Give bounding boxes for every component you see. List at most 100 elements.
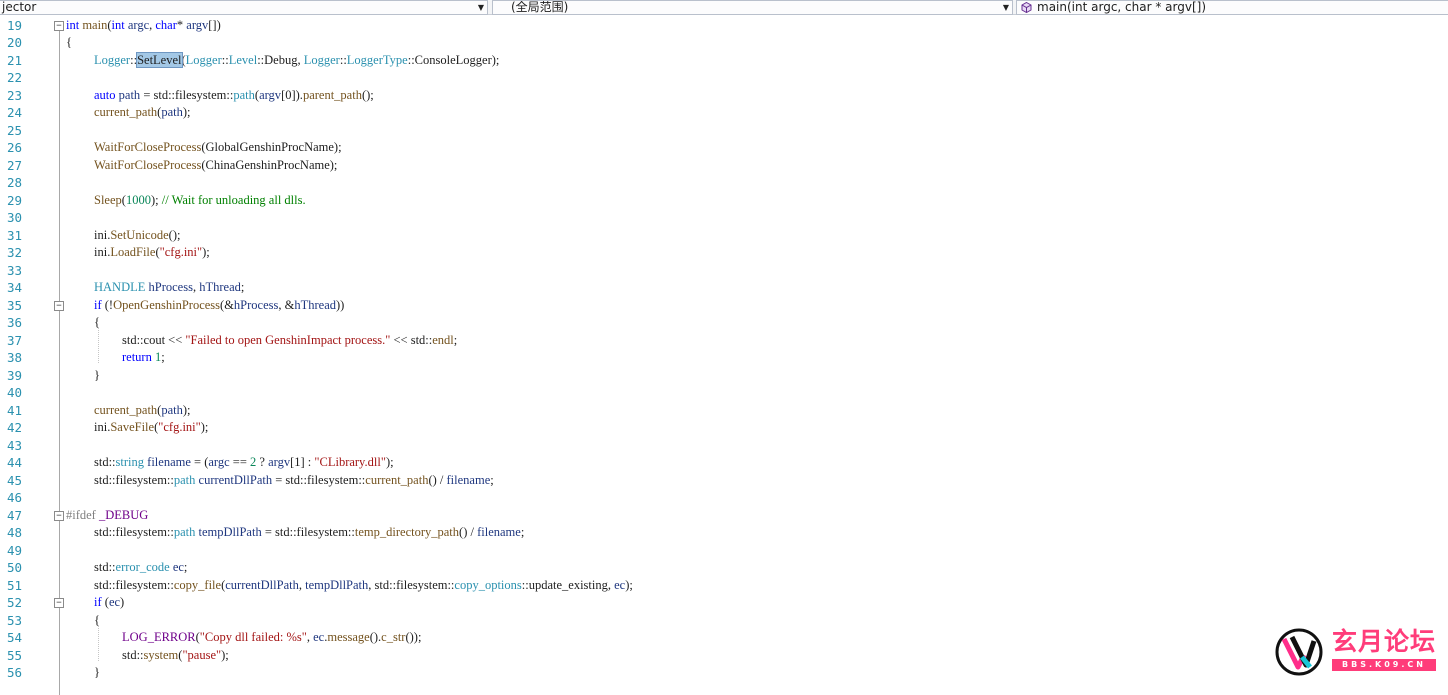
- code-token: currentDllPath: [225, 577, 299, 592]
- code-text: std::system("pause");: [122, 647, 229, 665]
- code-line[interactable]: 47 − #ifdef _DEBUG: [0, 507, 1448, 525]
- code-text: Sleep(1000); // Wait for unloading all d…: [94, 192, 306, 210]
- code-line[interactable]: 22: [0, 69, 1448, 87]
- code-line[interactable]: 30: [0, 209, 1448, 227]
- code-token: ::: [339, 52, 347, 67]
- code-token: Sleep: [94, 192, 122, 207]
- code-token: hProcess: [233, 297, 279, 312]
- code-line[interactable]: 41 current_path(path);: [0, 402, 1448, 420]
- line-number: 47: [6, 507, 22, 523]
- code-line[interactable]: 40: [0, 384, 1448, 402]
- code-token: filename: [477, 525, 521, 539]
- code-line[interactable]: 46: [0, 489, 1448, 507]
- code-line[interactable]: 38 return 1;: [0, 349, 1448, 367]
- code-token: filename: [147, 455, 191, 469]
- code-token: ;: [183, 560, 188, 574]
- code-line[interactable]: 54 LOG_ERROR("Copy dll failed: %s", ec.me…: [0, 629, 1448, 647]
- code-token: , std::filesystem::: [368, 577, 455, 592]
- chevron-down-icon[interactable]: ▼: [478, 1, 484, 14]
- code-editor[interactable]: 19− int main(int argc, char* argv[]) 20{21…: [0, 15, 1448, 695]
- code-token: parent_path: [302, 87, 362, 102]
- fold-collapse-icon[interactable]: −: [54, 510, 64, 521]
- code-token: std::filesystem::: [94, 577, 174, 592]
- code-text: WaitForCloseProcess(GlobalGenshinProcNam…: [94, 139, 342, 157]
- code-line[interactable]: 29 Sleep(1000); // Wait for unloading all…: [0, 192, 1448, 210]
- code-line[interactable]: 20 {: [0, 34, 1448, 52]
- line-number: 38: [6, 350, 22, 365]
- code-token: "Copy dll failed: %s": [199, 630, 307, 644]
- code-text: int main(int argc, char* argv[]): [66, 17, 221, 35]
- code-line[interactable]: 44 std::string filename = (argc == 2 ? ar…: [0, 454, 1448, 472]
- code-line[interactable]: 35 − if (!OpenGenshinProcess(&hProcess, &h…: [0, 297, 1448, 315]
- code-token: error_code: [115, 560, 170, 574]
- code-line[interactable]: 33: [0, 262, 1448, 280]
- code-token: [0]).: [281, 87, 303, 102]
- code-token: if: [94, 595, 102, 609]
- line-number: 32: [6, 245, 22, 260]
- code-line[interactable]: 23 auto path = std::filesystem::path(argv…: [0, 87, 1448, 105]
- project-dropdown[interactable]: jector ▼: [0, 0, 488, 15]
- code-line[interactable]: 26 WaitForCloseProcess(GlobalGenshinProcN…: [0, 139, 1448, 157]
- code-token: argv: [268, 455, 291, 469]
- code-token: ());: [405, 630, 422, 644]
- code-token: tempDllPath: [198, 525, 262, 539]
- code-line[interactable]: 27 WaitForCloseProcess(ChinaGenshinProcNa…: [0, 157, 1448, 175]
- line-number: 52: [6, 595, 22, 610]
- code-token: ==: [229, 455, 251, 469]
- code-token: [1] :: [290, 455, 315, 469]
- code-line[interactable]: 56}: [0, 664, 1448, 682]
- line-number: 42: [6, 420, 22, 435]
- code-token: int: [111, 17, 125, 32]
- scope-dropdown[interactable]: (全局范围) ▼: [492, 0, 1013, 15]
- code-line[interactable]: 19 − int main(int argc, char* argv[]): [0, 17, 1448, 35]
- code-token: , &: [278, 297, 295, 312]
- code-line[interactable]: 28: [0, 174, 1448, 192]
- code-line[interactable]: 43: [0, 437, 1448, 455]
- code-token: temp_directory_path: [354, 525, 460, 539]
- code-token: *: [176, 17, 187, 32]
- code-line[interactable]: 25: [0, 122, 1448, 140]
- code-line[interactable]: 51 std::filesystem::copy_file(currentDllP…: [0, 577, 1448, 595]
- code-line[interactable]: 36 {: [0, 314, 1448, 332]
- code-token: copy_file: [173, 577, 222, 592]
- member-dropdown-label: main(int argc, char * argv[]): [1037, 0, 1207, 14]
- code-line[interactable]: 42 ini.SaveFile("cfg.ini");: [0, 419, 1448, 437]
- code-token: argc: [127, 17, 150, 32]
- line-number: 29: [6, 192, 22, 208]
- code-line[interactable]: 31 ini.SetUnicode();: [0, 227, 1448, 245]
- code-token: copy_options: [454, 577, 522, 592]
- code-line[interactable]: 34 HANDLE hProcess, hThread;: [0, 279, 1448, 297]
- line-number: 24: [6, 105, 22, 120]
- chevron-down-icon[interactable]: ▼: [1003, 1, 1009, 14]
- code-line[interactable]: 37 std::cout << "Failed to open GenshinIm…: [0, 332, 1448, 350]
- code-token: "cfg.ini": [158, 420, 201, 434]
- line-number: 34: [6, 280, 22, 295]
- member-dropdown[interactable]: main(int argc, char * argv[]): [1016, 0, 1448, 15]
- code-token: (: [101, 595, 109, 609]
- code-line[interactable]: 21 Logger::SetLevel(Logger::Level::Debug,…: [0, 51, 1448, 70]
- fold-collapse-icon[interactable]: −: [54, 20, 64, 31]
- code-token: ini.: [94, 227, 111, 242]
- code-token: ec: [108, 595, 121, 609]
- code-text: ini.LoadFile("cfg.ini");: [94, 244, 210, 262]
- code-token: std::: [122, 647, 144, 662]
- fold-collapse-icon[interactable]: −: [54, 300, 64, 311]
- code-line[interactable]: 45 std::filesystem::path currentDllPath =…: [0, 472, 1448, 490]
- code-line[interactable]: 53 {: [0, 612, 1448, 630]
- code-token: main: [82, 17, 108, 32]
- code-line[interactable]: 48 std::filesystem::path tempDllPath = st…: [0, 524, 1448, 542]
- selected-token: SetLevel: [136, 51, 183, 68]
- line-number: 25: [6, 122, 22, 138]
- code-line[interactable]: 32 ini.LoadFile("cfg.ini");: [0, 244, 1448, 262]
- code-token: (!: [101, 297, 114, 312]
- fold-collapse-icon[interactable]: −: [54, 598, 64, 608]
- code-line[interactable]: 39}: [0, 367, 1448, 385]
- code-line[interactable]: 50 std::error_code ec;: [0, 559, 1448, 577]
- code-line[interactable]: 49: [0, 542, 1448, 560]
- code-token: {: [94, 612, 100, 627]
- code-line[interactable]: 55 std::system("pause");: [0, 647, 1448, 665]
- code-line[interactable]: 52 − if (ec): [0, 594, 1448, 612]
- code-text: std::error_code ec;: [94, 559, 187, 577]
- code-line[interactable]: 24 current_path(path);: [0, 104, 1448, 122]
- forum-logo-icon: [1275, 628, 1323, 676]
